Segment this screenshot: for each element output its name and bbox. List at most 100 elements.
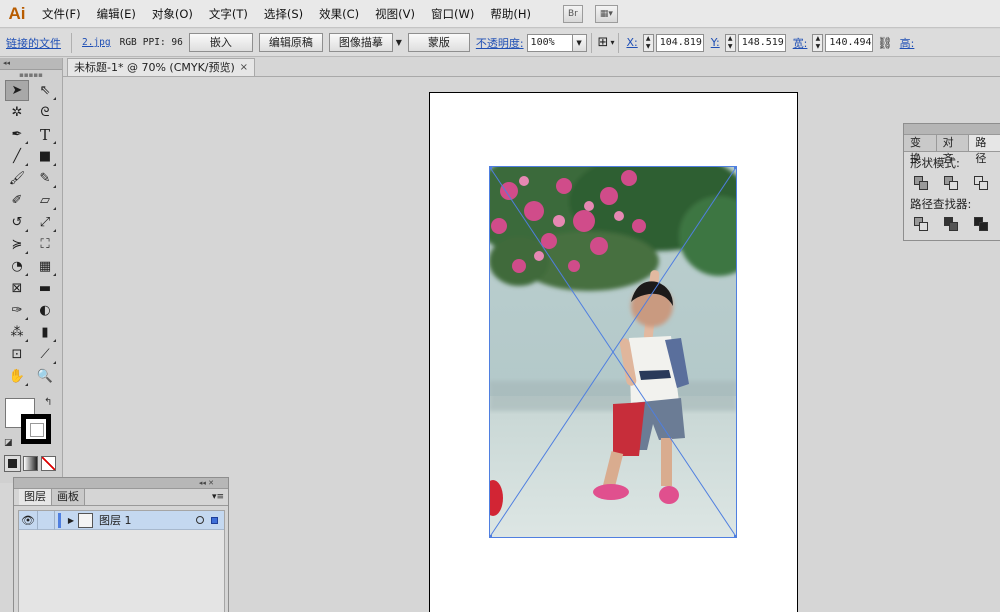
- tab-transform[interactable]: 变换: [904, 135, 937, 165]
- tools-panel-collapse-icon[interactable]: ◂◂: [0, 58, 62, 70]
- scale-tool-icon[interactable]: ⤢: [33, 212, 57, 233]
- tools-grip-icon[interactable]: ▪▪▪▪▪: [0, 70, 62, 80]
- placed-image-graphic: [489, 166, 737, 538]
- lasso-tool-icon[interactable]: ᘓ: [33, 102, 57, 123]
- fill-stroke-swatches: ↰ ◪: [0, 394, 62, 456]
- perspective-grid-tool-icon[interactable]: ▦: [33, 256, 57, 277]
- pencil-tool-icon[interactable]: ✎: [33, 168, 57, 189]
- opacity-label[interactable]: 不透明度:: [473, 35, 527, 51]
- image-trace-dropdown-icon[interactable]: ▼: [393, 33, 405, 52]
- minus-front-icon[interactable]: [944, 176, 958, 190]
- y-input[interactable]: 148.519: [737, 33, 786, 52]
- x-stepper[interactable]: ▲ ▼: [642, 33, 654, 52]
- x-input[interactable]: 104.819: [655, 33, 704, 52]
- color-mode-icon[interactable]: [4, 455, 21, 472]
- column-graph-tool-icon[interactable]: ▮: [33, 322, 57, 343]
- eraser-tool-icon[interactable]: ▱: [33, 190, 57, 211]
- menu-select[interactable]: 选择(S): [256, 0, 311, 28]
- layers-panel-collapse-icon[interactable]: ◂◂ ✕: [14, 478, 228, 489]
- blob-brush-tool-icon[interactable]: ✐: [5, 190, 29, 211]
- tools-panel: ◂◂ ▪▪▪▪▪ ➤ ⇖ ✲ ᘓ ✒ T ╱ ■ 🖌 ✎ ✐ ▱ ↺ ⤢ ≽ ⛶…: [0, 58, 63, 483]
- edit-original-button[interactable]: 编辑原稿: [258, 33, 323, 52]
- trim-icon[interactable]: [944, 217, 958, 231]
- visibility-eye-icon[interactable]: 👁: [19, 514, 37, 527]
- placed-image[interactable]: [489, 166, 737, 538]
- none-mode-icon[interactable]: [41, 456, 56, 471]
- reference-point-dropdown-icon[interactable]: ▾: [610, 38, 614, 47]
- layer-selection-indicator[interactable]: [211, 516, 218, 524]
- free-transform-tool-icon[interactable]: ⛶: [33, 234, 57, 255]
- pen-tool-icon[interactable]: ✒: [5, 124, 29, 145]
- file-name-link[interactable]: 2.jpg: [76, 37, 117, 48]
- tab-pathfinder[interactable]: 路径: [969, 135, 1000, 165]
- line-tool-icon[interactable]: ╱: [5, 146, 29, 167]
- width-stepper[interactable]: ▲ ▼: [812, 33, 824, 52]
- arrange-documents-button[interactable]: ▦▾: [594, 4, 618, 23]
- width-input[interactable]: 140.494: [825, 33, 874, 52]
- tab-artboards[interactable]: 画板: [52, 489, 85, 505]
- intersect-icon[interactable]: [974, 176, 988, 190]
- eyedropper-tool-icon[interactable]: ✑: [5, 300, 29, 321]
- close-icon[interactable]: ×: [240, 59, 248, 77]
- type-tool-icon[interactable]: T: [33, 124, 57, 145]
- embed-button[interactable]: 嵌入: [188, 33, 253, 52]
- menu-effect[interactable]: 效果(C): [311, 0, 367, 28]
- layer-name[interactable]: 图层 1: [99, 512, 196, 528]
- pathfinder-panel: 变换 对齐 路径 形状模式: 路径查找器:: [903, 123, 1000, 241]
- opacity-input[interactable]: 100%: [526, 33, 573, 52]
- direct-selection-tool-icon[interactable]: ⇖: [33, 80, 57, 101]
- swap-fill-stroke-icon[interactable]: ↰: [44, 397, 52, 408]
- menu-edit[interactable]: 编辑(E): [89, 0, 144, 28]
- hand-tool-icon[interactable]: ✋: [5, 366, 29, 387]
- menu-object[interactable]: 对象(O): [144, 0, 201, 28]
- constrain-proportions-icon[interactable]: ⛓: [873, 36, 896, 50]
- menu-help[interactable]: 帮助(H): [482, 0, 539, 28]
- artboard-tool-icon[interactable]: ⊡: [5, 344, 29, 365]
- pathfinder-panel-header[interactable]: [904, 124, 1000, 135]
- lock-toggle[interactable]: [37, 510, 55, 530]
- gradient-tool-icon[interactable]: ▬: [33, 278, 57, 299]
- bridge-button[interactable]: Br: [562, 4, 583, 23]
- unite-icon[interactable]: [914, 176, 928, 190]
- menu-window[interactable]: 窗口(W): [423, 0, 482, 28]
- symbol-sprayer-tool-icon[interactable]: ⁂: [5, 322, 29, 343]
- mask-button[interactable]: 蒙版: [407, 33, 470, 52]
- opacity-dropdown-icon[interactable]: ▼: [572, 33, 587, 52]
- blend-tool-icon[interactable]: ◐: [33, 300, 57, 321]
- menu-view[interactable]: 视图(V): [367, 0, 423, 28]
- stroke-swatch[interactable]: [21, 414, 51, 444]
- menu-bar: Ai 文件(F) 编辑(E) 对象(O) 文字(T) 选择(S) 效果(C) 视…: [0, 0, 1000, 28]
- y-stepper[interactable]: ▲ ▼: [724, 33, 736, 52]
- default-fill-stroke-icon[interactable]: ◪: [4, 438, 13, 448]
- image-trace-button[interactable]: 图像描摹: [328, 33, 393, 52]
- menu-file[interactable]: 文件(F): [34, 0, 89, 28]
- linked-file-link[interactable]: 链接的文件: [0, 35, 67, 51]
- rectangle-tool-icon[interactable]: ■: [33, 146, 57, 167]
- gradient-mode-icon[interactable]: [23, 456, 38, 471]
- color-modes: [0, 455, 62, 472]
- layer-target-icon[interactable]: [196, 516, 204, 524]
- merge-icon[interactable]: [974, 217, 988, 231]
- rotate-tool-icon[interactable]: ↺: [5, 212, 29, 233]
- shape-builder-tool-icon[interactable]: ◔: [5, 256, 29, 277]
- slice-tool-icon[interactable]: ⟋: [33, 344, 57, 365]
- document-tab[interactable]: 未标题-1* @ 70% (CMYK/预览) ×: [67, 58, 255, 77]
- menu-type[interactable]: 文字(T): [201, 0, 256, 28]
- zoom-tool-icon[interactable]: 🔍: [33, 366, 57, 387]
- layer-color-swatch: [58, 512, 61, 528]
- magic-wand-tool-icon[interactable]: ✲: [5, 102, 29, 123]
- divide-icon[interactable]: [914, 217, 928, 231]
- color-mode-text: RGB: [119, 37, 137, 48]
- mesh-tool-icon[interactable]: ⊠: [5, 278, 29, 299]
- reference-point-icon[interactable]: ⊞: [596, 35, 611, 50]
- expand-triangle-icon[interactable]: ▶: [64, 516, 78, 525]
- selection-tool-icon[interactable]: ➤: [5, 80, 29, 101]
- tab-align[interactable]: 对齐: [936, 135, 970, 165]
- panel-menu-icon[interactable]: ▾≡: [212, 489, 228, 505]
- width-label: 宽:: [792, 36, 808, 50]
- control-bar: 链接的文件 2.jpg RGB PPI: 96 嵌入 编辑原稿 图像描摹 ▼ 蒙…: [0, 29, 1000, 57]
- layer-row[interactable]: 👁 ▶ 图层 1: [19, 510, 224, 530]
- paintbrush-tool-icon[interactable]: 🖌: [5, 168, 29, 189]
- width-tool-icon[interactable]: ≽: [5, 234, 29, 255]
- tab-layers[interactable]: 图层: [19, 489, 52, 505]
